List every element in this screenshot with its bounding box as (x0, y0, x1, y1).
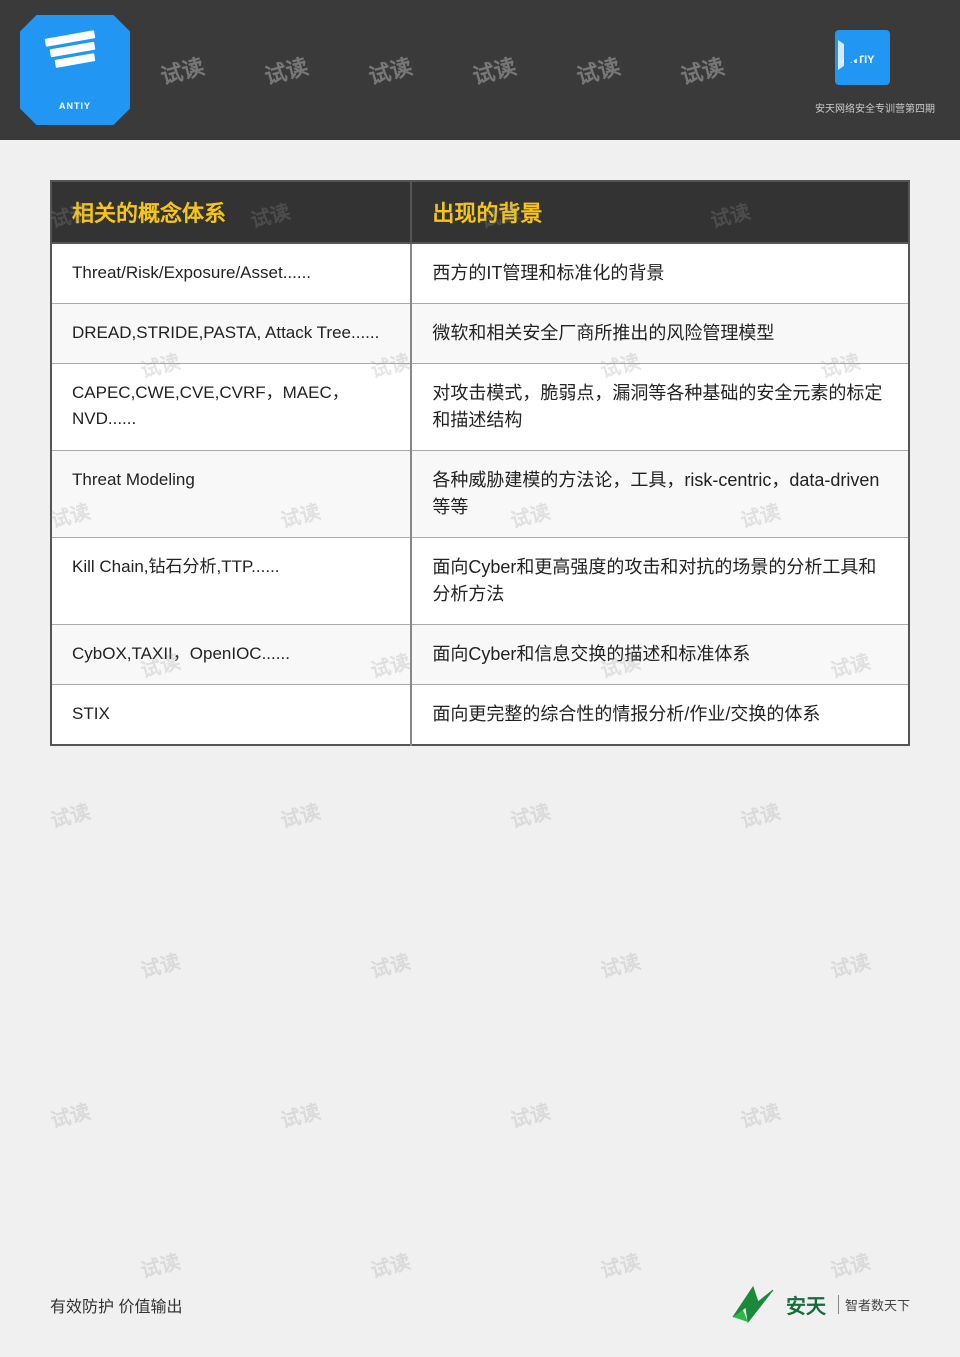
table-cell-concept: Threat Modeling (51, 451, 411, 538)
table-row: STIX面向更完整的综合性的情报分析/作业/交换的体系 (51, 685, 909, 746)
watermark-26: 试读 (507, 1095, 553, 1133)
header-wm-6: 试读 (677, 49, 728, 91)
top-right-logo-icon: ANTIY (830, 25, 920, 95)
footer-slogan: 有效防护 价值输出 (50, 1293, 182, 1317)
col1-header: 相关的概念体系 (51, 181, 411, 243)
header-wm-4: 试读 (469, 49, 520, 91)
footer-sub: 智者数天下 (838, 1295, 910, 1314)
table-cell-background: 对攻击模式，脆弱点，漏洞等各种基础的安全元素的标定和描述结构 (411, 364, 909, 451)
watermark-23: 试读 (827, 945, 873, 983)
table-cell-concept: STIX (51, 685, 411, 746)
logo-text: ANTIY (59, 101, 91, 111)
watermark-30: 试读 (597, 1245, 643, 1283)
table-cell-concept: Threat/Risk/Exposure/Asset...... (51, 243, 411, 304)
table-cell-concept: CybOX,TAXII，OpenIOC...... (51, 625, 411, 685)
watermark-22: 试读 (597, 945, 643, 983)
table-cell-background: 各种威胁建模的方法论，工具，risk-centric，data-driven等等 (411, 451, 909, 538)
table-row: CybOX,TAXII，OpenIOC......面向Cyber和信息交换的描述… (51, 625, 909, 685)
table-cell-background: 微软和相关安全厂商所推出的风险管理模型 (411, 304, 909, 364)
footer-logo: 安天 智者数天下 (728, 1282, 910, 1327)
header-wm-2: 试读 (261, 49, 312, 91)
antiy-logo: ANTIY (20, 15, 130, 125)
main-content: 相关的概念体系 出现的背景 Threat/Risk/Exposure/Asset… (0, 140, 960, 776)
table-cell-background: 面向更完整的综合性的情报分析/作业/交换的体系 (411, 685, 909, 746)
table-cell-concept: Kill Chain,钻石分析,TTP...... (51, 538, 411, 625)
table-row: DREAD,STRIDE,PASTA, Attack Tree......微软和… (51, 304, 909, 364)
col2-header: 出现的背景 (411, 181, 909, 243)
header-right-logo: ANTIY 安天网络安全专训营第四期 (810, 10, 940, 130)
table-cell-background: 西方的IT管理和标准化的背景 (411, 243, 909, 304)
header-wm-5: 试读 (573, 49, 624, 91)
watermark-19: 试读 (737, 795, 783, 833)
watermark-27: 试读 (737, 1095, 783, 1133)
watermark-16: 试读 (47, 795, 93, 833)
top-right-subtitle: 安天网络安全专训营第四期 (815, 100, 935, 115)
footer: 有效防护 价值输出 安天 智者数天下 (50, 1282, 910, 1327)
table-cell-background: 面向Cyber和信息交换的描述和标准体系 (411, 625, 909, 685)
watermark-31: 试读 (827, 1245, 873, 1283)
watermark-17: 试读 (277, 795, 323, 833)
watermark-20: 试读 (137, 945, 183, 983)
header-wm-3: 试读 (365, 49, 416, 91)
table-row: Kill Chain,钻石分析,TTP......面向Cyber和更高强度的攻击… (51, 538, 909, 625)
watermark-21: 试读 (367, 945, 413, 983)
concept-table: 相关的概念体系 出现的背景 Threat/Risk/Exposure/Asset… (50, 180, 910, 746)
table-cell-concept: CAPEC,CWE,CVE,CVRF，MAEC，NVD...... (51, 364, 411, 451)
table-row: Threat Modeling各种威胁建模的方法论，工具，risk-centri… (51, 451, 909, 538)
table-row: CAPEC,CWE,CVE,CVRF，MAEC，NVD......对攻击模式，脆… (51, 364, 909, 451)
header-banner: ANTIY 试读 试读 试读 试读 试读 试读 ANTIY 安天网络安全专训营第… (0, 0, 960, 140)
watermark-25: 试读 (277, 1095, 323, 1133)
header-wm-1: 试读 (157, 49, 208, 91)
watermark-18: 试读 (507, 795, 553, 833)
watermark-24: 试读 (47, 1095, 93, 1133)
footer-logo-icon (728, 1282, 778, 1327)
watermark-29: 试读 (367, 1245, 413, 1283)
table-row: Threat/Risk/Exposure/Asset......西方的IT管理和… (51, 243, 909, 304)
table-cell-background: 面向Cyber和更高强度的攻击和对抗的场景的分析工具和分析方法 (411, 538, 909, 625)
table-cell-concept: DREAD,STRIDE,PASTA, Attack Tree...... (51, 304, 411, 364)
watermark-28: 试读 (137, 1245, 183, 1283)
footer-brand: 安天 (786, 1290, 826, 1319)
